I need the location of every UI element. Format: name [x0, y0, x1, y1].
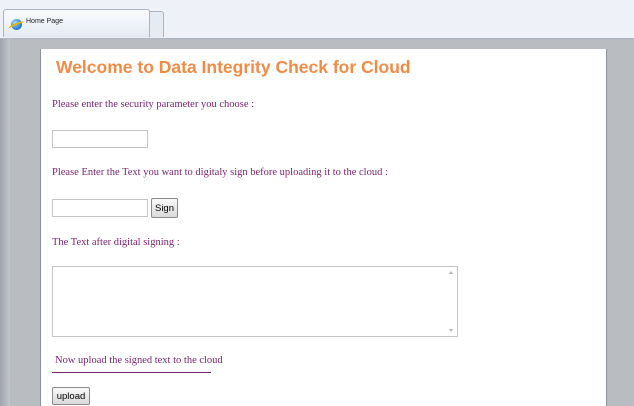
- frame-left-edge: [0, 39, 10, 406]
- text-to-sign-input[interactable]: [52, 199, 148, 217]
- browser-tab-title: Home Page: [26, 18, 63, 25]
- security-parameter-input[interactable]: [52, 130, 148, 148]
- browser-tab-bar: Home Page: [0, 0, 634, 39]
- security-parameter-label: Please enter the security parameter you …: [52, 99, 255, 110]
- new-tab-button[interactable]: [150, 11, 164, 37]
- upload-button[interactable]: upload: [52, 387, 90, 405]
- sign-button[interactable]: Sign: [151, 198, 178, 218]
- text-to-sign-label: Please Enter the Text you want to digita…: [52, 167, 388, 178]
- scroll-up-arrow-icon[interactable]: [449, 271, 453, 274]
- page-title: Welcome to Data Integrity Check for Clou…: [56, 57, 411, 77]
- browser-tab[interactable]: Home Page: [3, 9, 150, 37]
- scroll-down-arrow-icon[interactable]: [449, 329, 453, 332]
- upload-prompt-underline: [52, 372, 211, 373]
- textarea-scrollbar[interactable]: [447, 267, 457, 336]
- ie-browser-icon: [11, 19, 22, 30]
- upload-prompt-link[interactable]: Now upload the signed text to the cloud: [55, 355, 223, 366]
- signed-text-label: The Text after digital signing :: [52, 237, 180, 248]
- signed-text-area[interactable]: [52, 266, 458, 337]
